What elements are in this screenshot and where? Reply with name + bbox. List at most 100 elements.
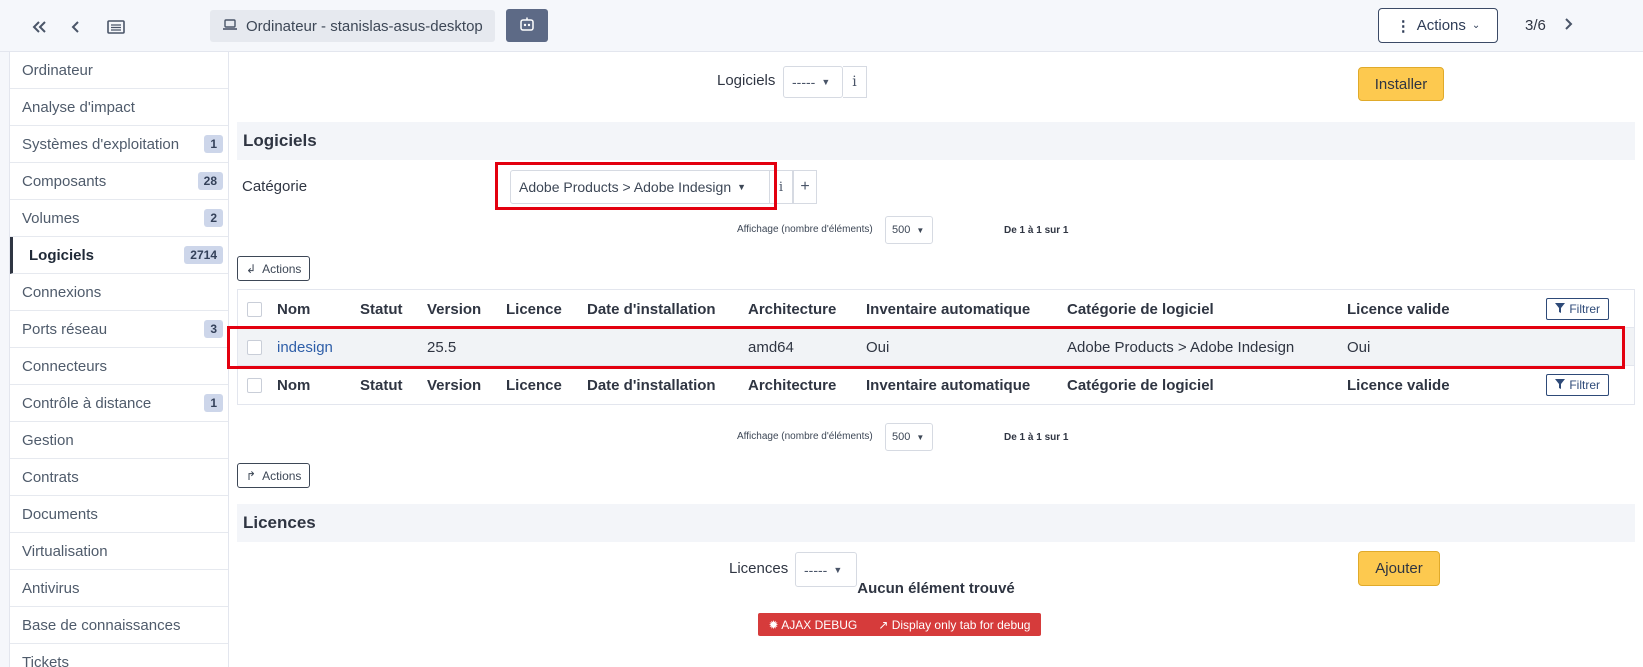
column-header-inventaire-automatique[interactable]: Inventaire automatique bbox=[866, 290, 1030, 328]
filter-button-footer[interactable]: Filtrer bbox=[1546, 374, 1609, 396]
mass-actions-button[interactable]: ↲ Actions bbox=[237, 256, 311, 281]
robot-icon bbox=[519, 16, 535, 35]
list-icon[interactable] bbox=[103, 14, 129, 40]
sidebar-item-label: Composants bbox=[22, 172, 107, 190]
caret-down-icon: ▼ bbox=[833, 564, 843, 575]
sidebar-item-contrats[interactable]: Contrats bbox=[10, 459, 228, 496]
sidebar-item-ports-reseau[interactable]: Ports réseau 3 bbox=[10, 311, 228, 348]
debug-bar: ✹ AJAX DEBUG ↗ Display only tab for debu… bbox=[758, 613, 1041, 636]
sidebar-item-label: Connecteurs bbox=[22, 357, 108, 375]
sidebar-item-antivirus[interactable]: Antivirus bbox=[10, 570, 228, 607]
column-footer-version[interactable]: Version bbox=[427, 366, 481, 404]
sidebar-item-documents[interactable]: Documents bbox=[10, 496, 228, 533]
sidebar-item-label: Systèmes d'exploitation bbox=[22, 135, 180, 153]
sidebar-item-ordinateur[interactable]: Ordinateur bbox=[10, 52, 228, 89]
sidebar-item-controle-distance[interactable]: Contrôle à distance 1 bbox=[10, 385, 228, 422]
select-all-checkbox-footer[interactable] bbox=[247, 366, 262, 404]
vertical-dots-icon: ⋮ bbox=[1395, 17, 1411, 35]
count-badge: 28 bbox=[197, 172, 223, 190]
caret-down-icon: ▼ bbox=[916, 225, 925, 235]
sidebar-item-label: Logiciels bbox=[29, 246, 95, 264]
sidebar-item-tickets[interactable]: Tickets bbox=[10, 644, 228, 667]
sidebar-item-label: Analyse d'impact bbox=[22, 98, 135, 116]
sidebar-item-label: Contrats bbox=[22, 468, 79, 486]
column-header-licence-valide[interactable]: Licence valide bbox=[1347, 290, 1450, 328]
page-title: Ordinateur - stanislas-asus-desktop bbox=[210, 10, 495, 42]
laptop-icon bbox=[222, 18, 238, 35]
sidebar-item-logiciels[interactable]: Logiciels 2714 bbox=[10, 237, 228, 274]
per-page-select-bottom[interactable]: 500 ▼ bbox=[885, 423, 933, 451]
display-count-label: Affichage (nombre d'éléments) bbox=[737, 224, 873, 235]
column-footer-nom[interactable]: Nom bbox=[277, 366, 310, 404]
sidebar-item-gestion[interactable]: Gestion bbox=[10, 422, 228, 459]
column-footer-licence[interactable]: Licence bbox=[506, 366, 562, 404]
display-tab-debug-link[interactable]: ↗ Display only tab for debug bbox=[878, 618, 1030, 632]
caret-down-icon: ▼ bbox=[916, 432, 925, 442]
per-page-select[interactable]: 500 ▼ bbox=[885, 216, 933, 244]
results-count-bottom: De 1 à 1 sur 1 bbox=[1004, 432, 1069, 443]
column-footer-statut[interactable]: Statut bbox=[360, 366, 403, 404]
column-header-statut[interactable]: Statut bbox=[360, 290, 403, 328]
row-highlight-box bbox=[227, 326, 1625, 369]
chevron-right-icon[interactable] bbox=[1562, 14, 1576, 40]
filter-button-label: Filtrer bbox=[1569, 378, 1600, 392]
sidebar-item-label: Gestion bbox=[22, 431, 74, 449]
software-select-value: ----- bbox=[792, 74, 816, 90]
bug-icon: ✹ bbox=[768, 617, 779, 632]
sidebar-item-virtualisation[interactable]: Virtualisation bbox=[10, 533, 228, 570]
sidebar-item-label: Documents bbox=[22, 505, 98, 523]
install-button[interactable]: Installer bbox=[1358, 67, 1444, 101]
page-title-text: Ordinateur - stanislas-asus-desktop bbox=[246, 17, 483, 35]
double-chevron-left-icon[interactable] bbox=[26, 14, 52, 40]
filter-button-label: Filtrer bbox=[1569, 302, 1600, 316]
sidebar-item-connecteurs[interactable]: Connecteurs bbox=[10, 348, 228, 385]
ajax-debug-button[interactable]: ✹ AJAX DEBUG bbox=[769, 618, 858, 632]
mass-actions-label: Actions bbox=[262, 261, 302, 276]
install-software-label: Logiciels bbox=[717, 72, 776, 89]
sidebar-item-connexions[interactable]: Connexions bbox=[10, 274, 228, 311]
sidebar-item-label: Antivirus bbox=[22, 579, 80, 597]
actions-menu-label: Actions bbox=[1416, 17, 1466, 34]
sidebar: Ordinateur Analyse d'impact Systèmes d'e… bbox=[9, 52, 229, 667]
column-header-date-installation[interactable]: Date d'installation bbox=[587, 290, 716, 328]
empty-message: Aucun élément trouvé bbox=[857, 580, 1015, 597]
column-header-nom[interactable]: Nom bbox=[277, 290, 310, 328]
column-footer-categorie-logiciel[interactable]: Catégorie de logiciel bbox=[1067, 366, 1214, 404]
column-header-licence[interactable]: Licence bbox=[506, 290, 562, 328]
sidebar-item-label: Base de connaissances bbox=[22, 616, 181, 634]
column-footer-architecture[interactable]: Architecture bbox=[748, 366, 836, 404]
automatic-inventory-button[interactable] bbox=[506, 9, 548, 42]
sidebar-item-composants[interactable]: Composants 28 bbox=[10, 163, 228, 200]
per-page-value: 500 bbox=[892, 224, 911, 236]
results-count: De 1 à 1 sur 1 bbox=[1004, 225, 1069, 236]
filter-button[interactable]: Filtrer bbox=[1546, 298, 1609, 320]
column-footer-licence-valide[interactable]: Licence valide bbox=[1347, 366, 1450, 404]
licences-section-title: Licences bbox=[237, 504, 1635, 542]
count-badge: 2 bbox=[204, 209, 223, 227]
sidebar-item-systemes-exploitation[interactable]: Systèmes d'exploitation 1 bbox=[10, 126, 228, 163]
column-footer-date-installation[interactable]: Date d'installation bbox=[587, 366, 716, 404]
sidebar-item-volumes[interactable]: Volumes 2 bbox=[10, 200, 228, 237]
actions-menu-button[interactable]: ⋮ Actions ⌄ bbox=[1378, 8, 1498, 43]
category-label: Catégorie bbox=[242, 178, 308, 195]
display-tab-debug-label: Display only tab for debug bbox=[891, 617, 1031, 632]
mass-actions-button-bottom[interactable]: ↱ Actions bbox=[237, 463, 311, 488]
software-select[interactable]: ----- ▼ bbox=[783, 66, 843, 98]
column-header-version[interactable]: Version bbox=[427, 290, 481, 328]
corner-arrow-up-icon: ↱ bbox=[246, 468, 257, 483]
select-all-checkbox[interactable] bbox=[247, 290, 262, 328]
sidebar-item-analyse-impact[interactable]: Analyse d'impact bbox=[10, 89, 228, 126]
category-highlight-box bbox=[495, 162, 777, 210]
column-header-architecture[interactable]: Architecture bbox=[748, 290, 836, 328]
add-category-button[interactable]: + bbox=[793, 170, 817, 204]
sidebar-item-label: Connexions bbox=[22, 283, 102, 301]
info-icon[interactable]: i bbox=[843, 66, 867, 98]
column-header-categorie-logiciel[interactable]: Catégorie de logiciel bbox=[1067, 290, 1214, 328]
sidebar-item-label: Ports réseau bbox=[22, 320, 108, 338]
filter-icon bbox=[1555, 302, 1566, 316]
column-footer-inventaire-automatique[interactable]: Inventaire automatique bbox=[866, 366, 1030, 404]
sidebar-item-base-connaissances[interactable]: Base de connaissances bbox=[10, 607, 228, 644]
chevron-down-icon: ⌄ bbox=[1471, 20, 1481, 31]
table-header-row: Nom Statut Version Licence Date d'instal… bbox=[238, 290, 1634, 328]
chevron-left-icon[interactable] bbox=[62, 14, 88, 40]
